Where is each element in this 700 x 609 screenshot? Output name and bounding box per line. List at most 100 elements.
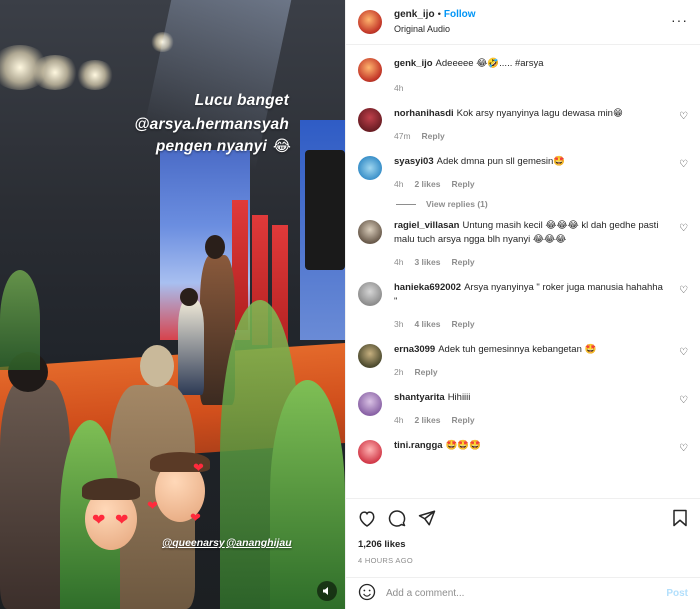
follow-button[interactable]: Follow [444,9,476,20]
comment-username[interactable]: tini.rangga [394,440,443,451]
author-username[interactable]: genk_ijo [394,9,435,20]
mention-sticker[interactable]: @ananghijau [226,537,292,549]
heart-icon[interactable]: ♡ [679,223,688,234]
comment: ragiel_villasan Untung masih kecil 😂😂😂 kl… [358,219,688,269]
comment-time[interactable]: 47m [394,131,411,141]
reply-button[interactable]: Reply [422,131,445,141]
reply-button[interactable]: Reply [451,319,474,329]
stage-light [30,55,80,90]
comment-username[interactable]: shantyarita [394,392,445,403]
add-comment-input[interactable]: Add a comment... [386,588,666,599]
audio-toggle-icon[interactable] [317,581,337,601]
comment-time[interactable]: 4h [394,257,403,267]
speaker [305,150,345,270]
like-heart-icon[interactable] [358,510,376,527]
memoji-hair [82,478,140,500]
post-panel: genk_ijo • Follow Original Audio ··· genk_… [345,0,700,609]
comment-likes[interactable]: 4 likes [414,319,440,329]
add-comment-bar: Add a comment... Post [346,577,700,609]
heart-icon[interactable]: ♡ [679,285,688,296]
story-overlay-line: Lucu banget [194,92,289,109]
post-button[interactable]: Post [666,588,688,599]
child-performer [178,300,204,395]
comment: tini.rangga 🤩🤩🤩 ♡ [358,439,688,464]
heart-icon[interactable]: ♡ [679,347,688,358]
comment-text: Adek tuh gemesinnya kebangetan 🤩 [438,344,597,355]
comment-username[interactable]: syasyi03 [394,156,434,167]
heart-icon[interactable]: ♡ [679,443,688,454]
comment-text: Hihiiii [447,392,471,403]
stage-light [75,60,115,90]
comment-time[interactable]: 4h [394,83,403,93]
performer-head [205,235,225,259]
post-media[interactable]: Lucu banget @arsya.hermansyah pengen nya… [0,0,345,609]
post-modal: Lucu banget @arsya.hermansyah pengen nya… [0,0,700,609]
comment-time[interactable]: 4h [394,179,403,189]
story-overlay-line: pengen nyanyi [155,138,267,155]
bookmark-icon[interactable] [672,509,688,527]
reply-button[interactable]: Reply [451,415,474,425]
avatar[interactable] [358,440,382,464]
heart-eyes-icon: ❤ [92,512,106,529]
plant [270,380,345,609]
avatar[interactable] [358,282,382,306]
comment-time[interactable]: 2h [394,367,403,377]
heart-icon: ❤ [193,460,204,475]
avatar[interactable] [358,108,382,132]
emoji-smiley-icon[interactable] [358,583,376,604]
post-actions: 1,206 likes 4 HOURS AGO [346,498,700,565]
comment: erna3099 Adek tuh gemesinnya kebangetan 🤩… [358,343,688,379]
heart-icon[interactable]: ♡ [679,395,688,406]
avatar[interactable] [358,344,382,368]
comment-username[interactable]: erna3099 [394,344,435,355]
caption: genk_ijo Adeeeee 😂🤣..... #arsya 4h [358,57,688,95]
audio-link[interactable]: Original Audio [394,22,476,36]
avatar[interactable] [358,392,382,416]
heart-icon: ❤ [190,510,201,525]
avatar[interactable] [358,156,382,180]
likes-count[interactable]: 1,206 likes [358,539,688,550]
comment-text: Adek dmna pun sll gemesin🤩 [436,156,566,167]
heart-eyes-icon: ❤ [115,512,129,529]
comment-likes[interactable]: 2 likes [414,415,440,425]
reply-button[interactable]: Reply [451,257,474,267]
post-timestamp[interactable]: 4 HOURS AGO [358,556,688,565]
heart-icon: ❤ [147,498,158,513]
comment-likes[interactable]: 3 likes [414,257,440,267]
more-options-icon[interactable]: ··· [671,12,688,28]
child-head [180,288,198,306]
avatar[interactable] [358,58,382,82]
reply-button[interactable]: Reply [414,367,437,377]
comment-username[interactable]: hanieka692002 [394,282,461,293]
reply-button[interactable]: Reply [451,179,474,189]
comment-text: 🤩🤩🤩 [445,440,482,451]
avatar[interactable] [358,220,382,244]
comment-likes[interactable]: 2 likes [414,179,440,189]
comment-text: Kok arsy nyanyinya lagu dewasa min😁 [456,108,623,119]
comment-username[interactable]: ragiel_villasan [394,220,459,231]
audience-head [140,345,174,387]
comment: norhanihasdi Kok arsy nyanyinya lagu dewa… [358,107,688,143]
comments-list: genk_ijo Adeeeee 😂🤣..... #arsya 4h norhan… [346,45,700,498]
separator-dot: • [437,9,441,20]
comment: syasyi03 Adek dmna pun sll gemesin🤩 4h 2 l… [358,155,688,191]
plant [0,270,40,370]
post-header: genk_ijo • Follow Original Audio ··· [346,0,700,45]
view-replies-label: View replies (1) [426,199,488,209]
comment: hanieka692002 Arsya nyanyinya " roker jug… [358,281,688,331]
comment-time[interactable]: 3h [394,319,403,329]
comment-username[interactable]: norhanihasdi [394,108,454,119]
divider [396,203,416,205]
comment-username[interactable]: genk_ijo [394,58,433,69]
mention-sticker[interactable]: @queenarsy [162,537,225,549]
heart-icon[interactable]: ♡ [679,111,688,122]
heart-icon[interactable]: ♡ [679,159,688,170]
story-overlay-mention: @arsya.hermansyah [134,116,289,133]
share-plane-icon[interactable] [418,509,436,527]
comment-time[interactable]: 4h [394,415,403,425]
avatar[interactable] [358,10,382,34]
comment: shantyarita Hihiiii 4h 2 likes Reply ♡ [358,391,688,427]
comment-bubble-icon[interactable] [388,509,406,527]
view-replies-button[interactable]: View replies (1) [396,199,688,209]
laughing-emoji: 😂 [272,138,291,155]
